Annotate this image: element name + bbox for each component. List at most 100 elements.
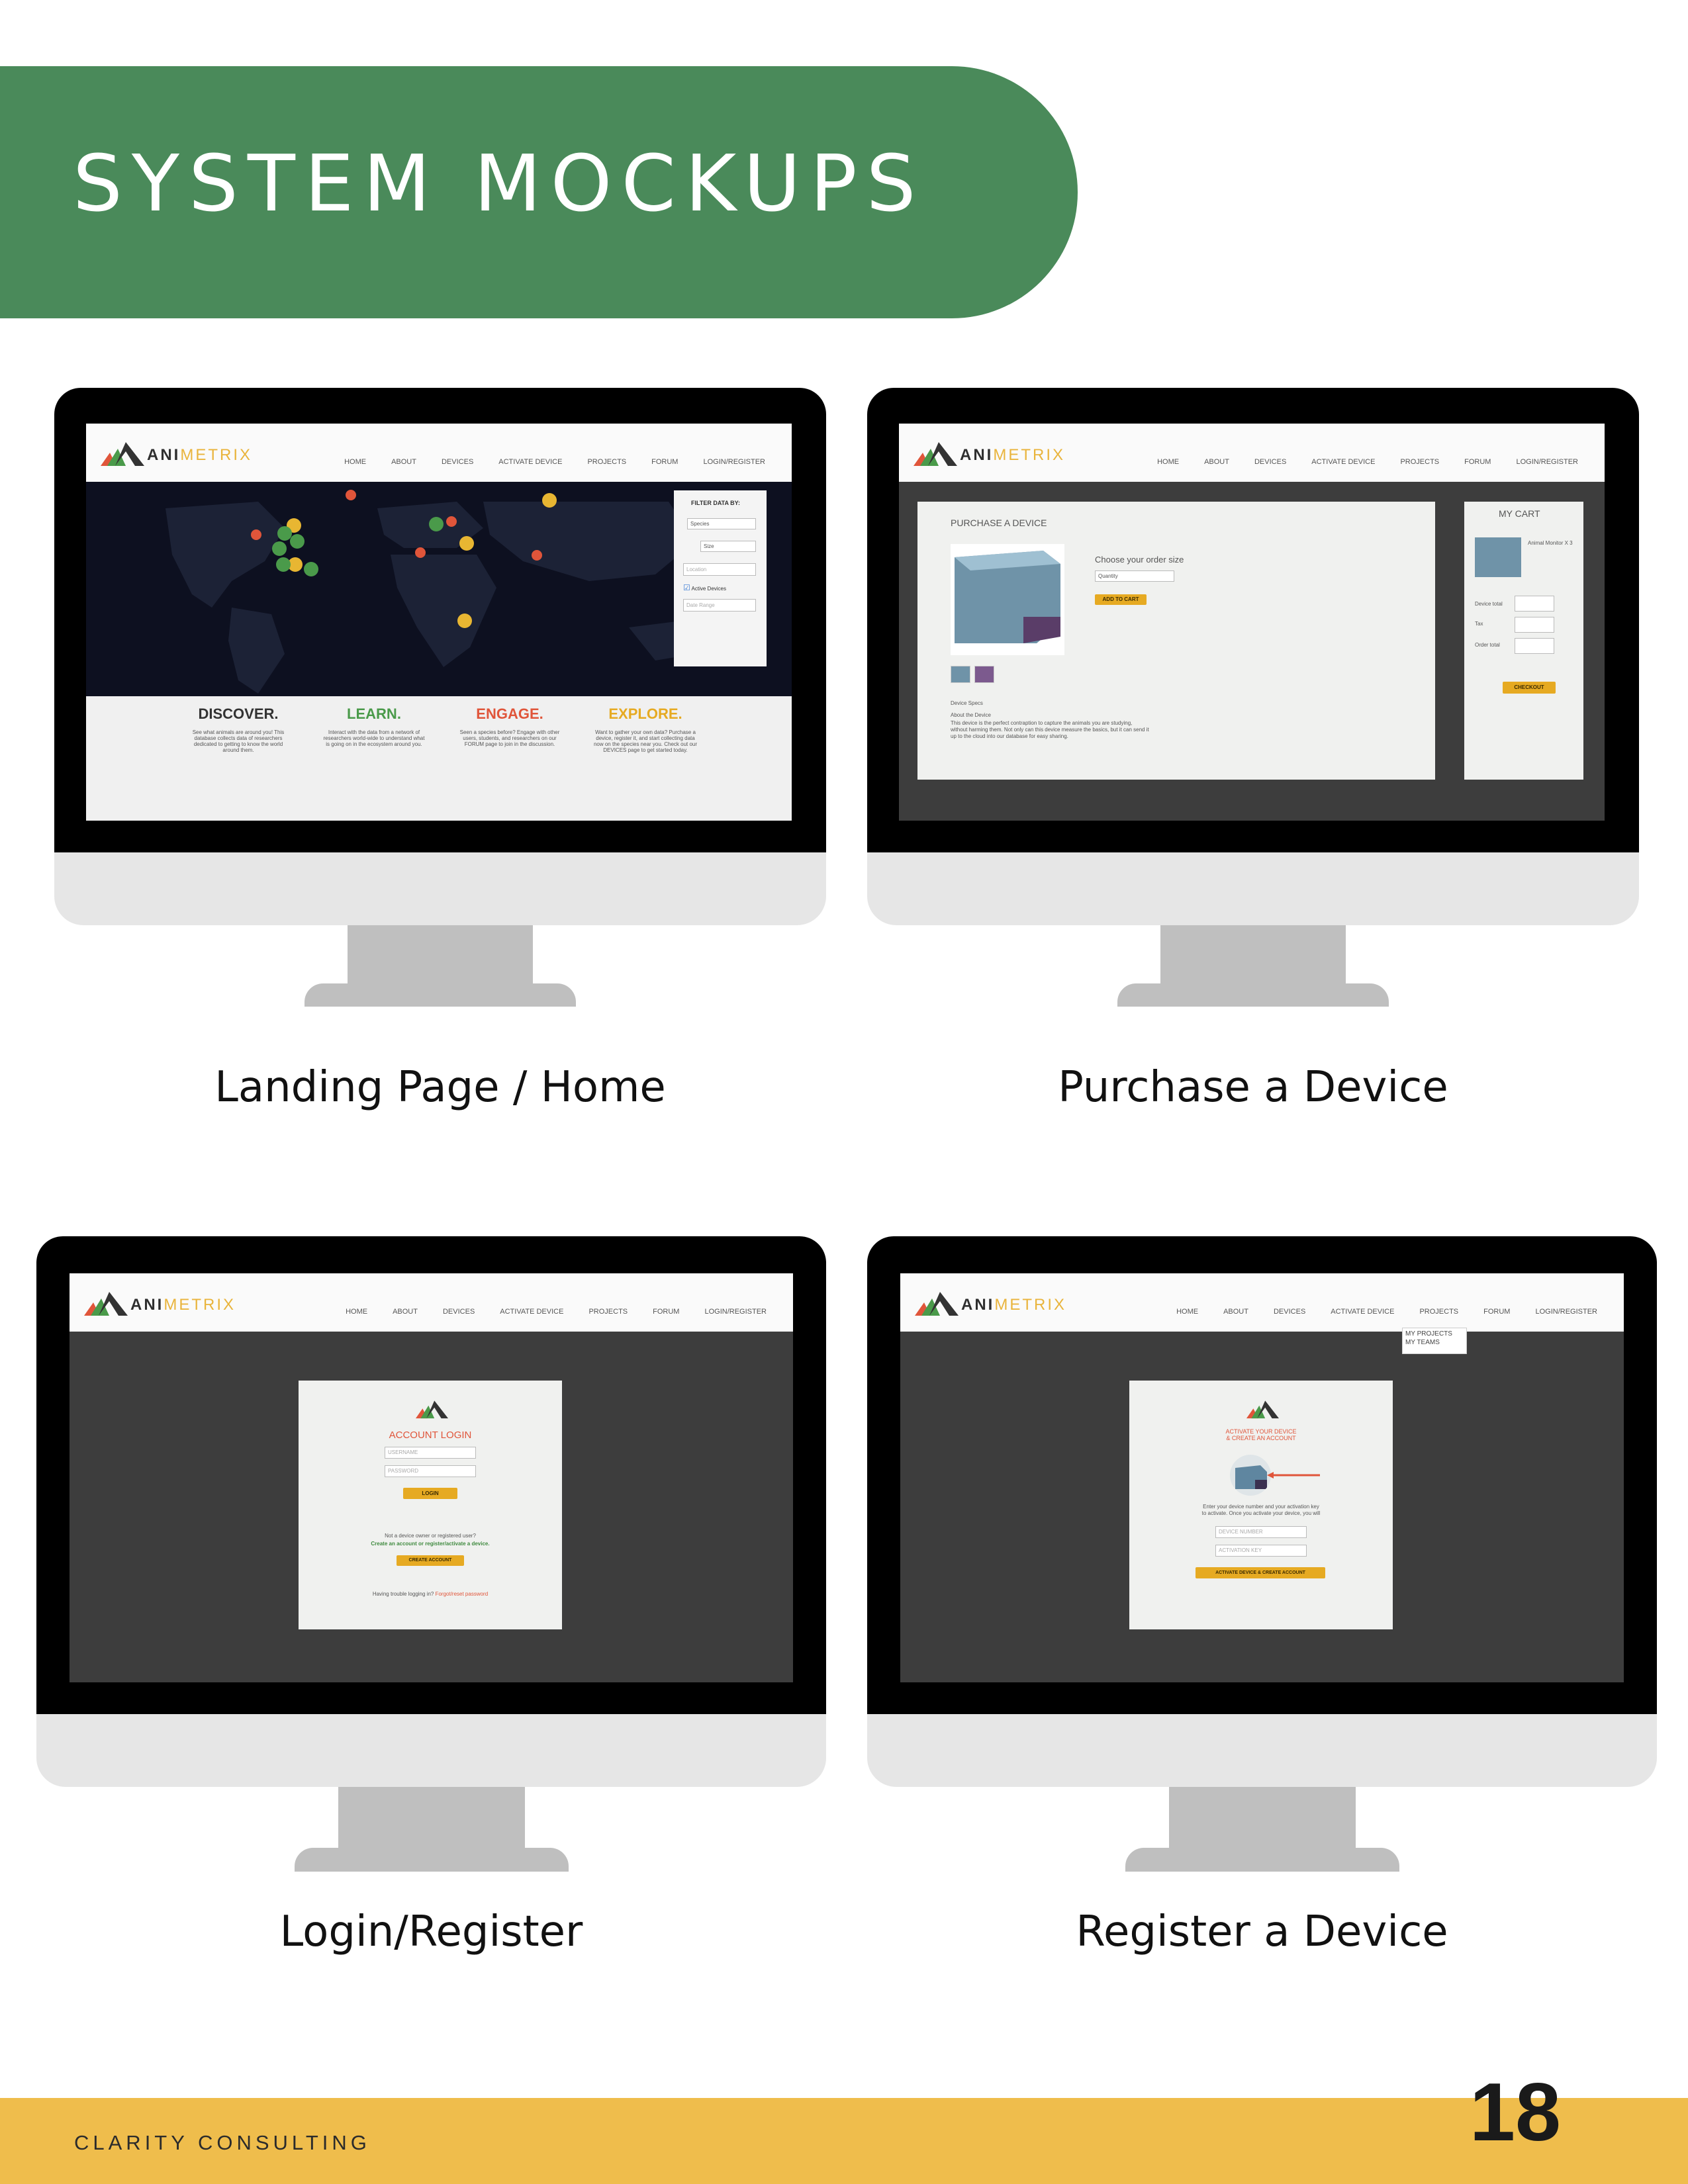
animetrix-logo[interactable]: ANIMETRIX: [81, 1287, 254, 1320]
site-nav: ANIMETRIX HOME ABOUT DEVICES ACTIVATE DE…: [900, 1273, 1624, 1332]
arrow-icon: [1267, 1472, 1320, 1479]
animetrix-mark-icon: [1246, 1400, 1279, 1419]
caption-register: Register a Device: [1076, 1907, 1448, 1956]
password-field[interactable]: PASSWORD: [385, 1465, 476, 1477]
animetrix-mark-icon: [415, 1400, 448, 1419]
trouble-text: Having trouble logging in? Forgot/reset …: [372, 1591, 489, 1597]
monitor-login: ANIMETRIX HOME ABOUT DEVICES ACTIVATE DE…: [36, 1236, 826, 1872]
col-text: See what animals are around you! This da…: [192, 729, 285, 753]
device-image: [951, 544, 1064, 655]
nav-devices[interactable]: DEVICES: [1254, 458, 1286, 466]
nav-devices[interactable]: DEVICES: [1274, 1308, 1305, 1316]
add-to-cart-button[interactable]: ADD TO CART: [1095, 594, 1147, 605]
feature-columns: DISCOVER. See what animals are around yo…: [86, 696, 792, 821]
purchase-card: PURCHASE A DEVICE Device Specs About the…: [917, 502, 1435, 780]
nav-login[interactable]: LOGIN/REGISTER: [1535, 1308, 1597, 1316]
animetrix-logo[interactable]: ANIMETRIX: [912, 1287, 1084, 1320]
nav-about[interactable]: ABOUT: [393, 1308, 418, 1316]
tax-field[interactable]: [1515, 617, 1554, 633]
screen-purchase: ANIMETRIX HOME ABOUT DEVICES ACTIVATE DE…: [899, 424, 1605, 821]
login-title: ACCOUNT LOGIN: [389, 1430, 472, 1441]
active-devices-checkbox[interactable]: ☑ Active Devices: [683, 583, 726, 592]
login-button[interactable]: LOGIN: [403, 1488, 457, 1499]
dropdown-my-projects[interactable]: MY PROJECTS: [1403, 1328, 1466, 1338]
col-text: Want to gather your own data? Purchase a…: [593, 729, 698, 753]
animetrix-logo[interactable]: ANIMETRIX: [911, 437, 1083, 470]
nav-activate-device[interactable]: ACTIVATE DEVICE: [1331, 1308, 1394, 1316]
nav-projects[interactable]: PROJECTS: [1419, 1308, 1458, 1316]
footer-company: CLARITY CONSULTING: [74, 2131, 371, 2154]
cart-item-name: Animal Monitor X 3: [1528, 540, 1573, 546]
col-learn: LEARN. Interact with the data from a net…: [321, 705, 427, 747]
not-owner-text: Not a device owner or registered user?: [385, 1533, 476, 1539]
animetrix-logo[interactable]: ANIMETRIX: [98, 437, 270, 470]
about-label: About the Device: [951, 712, 991, 718]
nav-forum[interactable]: FORUM: [1464, 458, 1491, 466]
page-title: SYSTEM MOCKUPS: [73, 138, 925, 229]
register-title-2: & CREATE AN ACCOUNT: [1226, 1435, 1296, 1441]
nav-devices[interactable]: DEVICES: [443, 1308, 475, 1316]
col-text: Interact with the data from a network of…: [323, 729, 425, 747]
nav-forum[interactable]: FORUM: [653, 1308, 679, 1316]
nav-about[interactable]: ABOUT: [391, 458, 416, 466]
activation-key-field[interactable]: ACTIVATION KEY: [1215, 1545, 1307, 1557]
nav-login[interactable]: LOGIN/REGISTER: [1516, 458, 1578, 466]
dropdown-my-teams[interactable]: MY TEAMS: [1403, 1338, 1466, 1346]
nav-login[interactable]: LOGIN/REGISTER: [704, 1308, 767, 1316]
nav-projects[interactable]: PROJECTS: [1400, 458, 1439, 466]
create-account-link[interactable]: Create an account or register/activate a…: [299, 1541, 562, 1547]
username-field[interactable]: USERNAME: [385, 1447, 476, 1459]
checkout-button[interactable]: CHECKOUT: [1503, 682, 1556, 694]
forgot-password-link[interactable]: Forgot/reset password: [436, 1591, 489, 1597]
col-explore: EXPLORE. Want to gather your own data? P…: [592, 705, 698, 753]
nav-projects[interactable]: PROJECTS: [588, 1308, 628, 1316]
nav-home[interactable]: HOME: [1176, 1308, 1198, 1316]
site-nav: ANIMETRIX HOME ABOUT DEVICES ACTIVATE DE…: [899, 424, 1605, 482]
nav-forum[interactable]: FORUM: [651, 458, 678, 466]
instructions-2: to activate. Once you activate your devi…: [1201, 1510, 1321, 1516]
device-preview: [1230, 1455, 1271, 1496]
species-select[interactable]: Species: [687, 518, 756, 529]
caption-purchase: Purchase a Device: [1058, 1063, 1448, 1112]
quantity-select[interactable]: Quantity: [1095, 570, 1174, 582]
order-total-label: Order total: [1475, 642, 1500, 648]
col-discover: DISCOVER. See what animals are around yo…: [185, 705, 291, 753]
world-map[interactable]: FILTER DATA BY: Species Size Location ☑ …: [86, 482, 792, 696]
map-pin: [287, 493, 557, 628]
thumbnail-1[interactable]: [951, 666, 970, 683]
site-nav: ANIMETRIX HOME ABOUT DEVICES ACTIVATE DE…: [86, 424, 792, 482]
date-range-field[interactable]: Date Range: [683, 599, 756, 612]
nav-activate-device[interactable]: ACTIVATE DEVICE: [498, 458, 562, 466]
nav-activate-device[interactable]: ACTIVATE DEVICE: [1311, 458, 1375, 466]
location-field[interactable]: Location: [683, 563, 756, 576]
size-select[interactable]: Size: [700, 541, 756, 552]
projects-dropdown: MY PROJECTS MY TEAMS: [1402, 1328, 1467, 1354]
col-engage: ENGAGE. Seen a species before? Engage wi…: [457, 705, 563, 747]
nav-home[interactable]: HOME: [346, 1308, 367, 1316]
device-number-field[interactable]: DEVICE NUMBER: [1215, 1526, 1307, 1538]
create-account-button[interactable]: CREATE ACCOUNT: [397, 1555, 464, 1566]
register-title-1: ACTIVATE YOUR DEVICE: [1225, 1428, 1297, 1435]
nav-forum[interactable]: FORUM: [1483, 1308, 1510, 1316]
device-total-field[interactable]: [1515, 596, 1554, 612]
screen-landing: ANIMETRIX HOME ABOUT DEVICES ACTIVATE DE…: [86, 424, 792, 821]
nav-home[interactable]: HOME: [344, 458, 366, 466]
activate-device-button[interactable]: ACTIVATE DEVICE & CREATE ACCOUNT: [1196, 1567, 1325, 1578]
page-number: 18: [1470, 2067, 1561, 2158]
monitor-purchase: ANIMETRIX HOME ABOUT DEVICES ACTIVATE DE…: [867, 388, 1639, 1007]
order-total-field[interactable]: [1515, 638, 1554, 654]
screen-register: ANIMETRIX HOME ABOUT DEVICES ACTIVATE DE…: [900, 1273, 1624, 1682]
nav-login[interactable]: LOGIN/REGISTER: [703, 458, 765, 466]
nav-home[interactable]: HOME: [1157, 458, 1179, 466]
monitor-landing: ANIMETRIX HOME ABOUT DEVICES ACTIVATE DE…: [54, 388, 826, 1007]
nav-links: HOME ABOUT DEVICES ACTIVATE DEVICE PROJE…: [346, 1308, 767, 1316]
nav-about[interactable]: ABOUT: [1204, 458, 1229, 466]
nav-projects[interactable]: PROJECTS: [587, 458, 626, 466]
nav-about[interactable]: ABOUT: [1223, 1308, 1248, 1316]
thumbnail-2[interactable]: [974, 666, 994, 683]
nav-activate-device[interactable]: ACTIVATE DEVICE: [500, 1308, 563, 1316]
monitor-register: ANIMETRIX HOME ABOUT DEVICES ACTIVATE DE…: [867, 1236, 1657, 1872]
col-title: LEARN.: [347, 705, 401, 722]
cart-panel: MY CART Animal Monitor X 3 Device total …: [1464, 502, 1583, 780]
nav-devices[interactable]: DEVICES: [442, 458, 473, 466]
